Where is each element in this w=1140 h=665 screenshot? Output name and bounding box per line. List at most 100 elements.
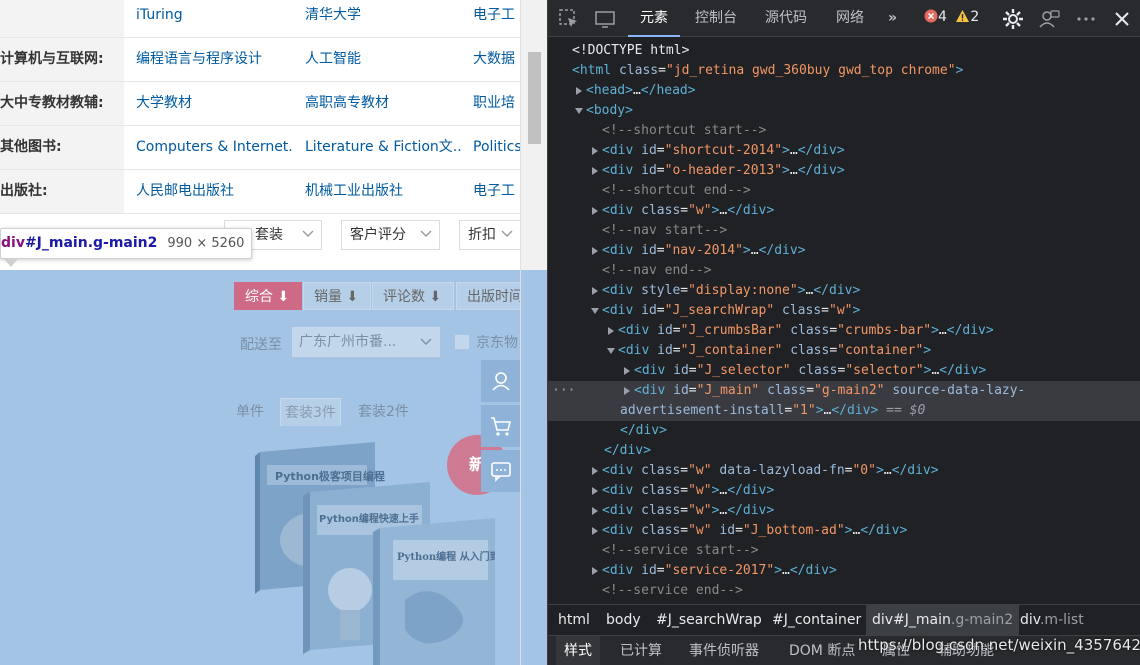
- breadcrumb-item[interactable]: html: [558, 605, 590, 635]
- variant-tab-set3[interactable]: 套装3件: [280, 398, 341, 426]
- triangle-right-icon[interactable]: [590, 526, 600, 536]
- delivery-location-select[interactable]: 广东广州市番...: [292, 327, 440, 357]
- chevron-down-icon: [501, 230, 513, 237]
- dom-node-line[interactable]: <!--service start-->: [548, 541, 1140, 561]
- variant-tab-set2[interactable]: 套装2件: [358, 398, 409, 426]
- dom-node-line[interactable]: </div>: [548, 441, 1140, 461]
- more-tabs-button[interactable]: »: [888, 0, 897, 37]
- dom-node-line[interactable]: <!--nav start-->: [548, 221, 1140, 241]
- category-link[interactable]: 人民邮电出版社: [136, 170, 294, 213]
- category-link[interactable]: Literature & Fiction文...: [305, 126, 463, 169]
- tab-sources[interactable]: 源代码: [765, 0, 807, 37]
- dom-node-line[interactable]: <!DOCTYPE html>: [548, 41, 1140, 61]
- category-link[interactable]: 职业培: [473, 82, 520, 125]
- sort-tab-reviews[interactable]: 评论数 ⬇: [372, 282, 454, 310]
- breadcrumb-item[interactable]: div.m-list: [1020, 605, 1084, 635]
- dom-node-line[interactable]: <!--nav end-->: [548, 261, 1140, 281]
- category-link[interactable]: 人工智能: [305, 38, 463, 81]
- dom-node-line[interactable]: <div class="w" id="J_bottom-ad">…</div>: [548, 521, 1140, 541]
- filter-discount-select[interactable]: 折扣: [459, 220, 520, 250]
- triangle-right-icon[interactable]: [590, 166, 600, 176]
- category-link[interactable]: iTuring: [136, 0, 294, 37]
- breadcrumb-item[interactable]: div#J_main.g-main2: [866, 605, 1020, 635]
- triangle-right-icon[interactable]: [590, 506, 600, 516]
- category-link[interactable]: 大学教材: [136, 82, 294, 125]
- triangle-right-icon[interactable]: [590, 246, 600, 256]
- breadcrumb-item[interactable]: body: [606, 605, 641, 635]
- triangle-right-icon[interactable]: [622, 386, 632, 396]
- category-link[interactable]: 大数据: [473, 38, 520, 81]
- gear-icon[interactable]: [1002, 8, 1024, 30]
- dom-node-line[interactable]: <html class="jd_retina gwd_360buy gwd_to…: [548, 61, 1140, 81]
- triangle-right-icon[interactable]: [622, 366, 632, 376]
- triangle-down-icon[interactable]: [590, 306, 600, 316]
- device-toolbar-icon[interactable]: [594, 8, 616, 30]
- sort-tab-sales[interactable]: 销量 ⬇: [303, 282, 371, 310]
- triangle-down-icon[interactable]: [574, 106, 584, 116]
- category-link[interactable]: 编程语言与程序设计: [136, 38, 294, 81]
- inspect-element-icon[interactable]: [558, 8, 580, 30]
- tab-console[interactable]: 控制台: [695, 0, 737, 37]
- category-link[interactable]: 电子工: [473, 170, 520, 213]
- triangle-right-icon[interactable]: [590, 486, 600, 496]
- dom-node-line[interactable]: <div id="J_container" class="container">: [548, 341, 1140, 361]
- chat-button[interactable]: [481, 450, 520, 492]
- dom-node-line[interactable]: <div class="w">…</div>: [548, 201, 1140, 221]
- styles-pane-tab[interactable]: 事件侦听器: [689, 636, 759, 665]
- triangle-right-icon[interactable]: [590, 466, 600, 476]
- more-options-icon[interactable]: [1075, 8, 1097, 30]
- sort-tab-publish-date[interactable]: 出版时间: [456, 282, 520, 310]
- jd-logistics-checkbox[interactable]: [455, 335, 469, 349]
- dom-node-line[interactable]: <div id="service-2017">…</div>: [548, 561, 1140, 581]
- more-actions-icon[interactable]: ···: [552, 381, 575, 401]
- dom-node-line[interactable]: <!--service end-->: [548, 581, 1140, 601]
- breadcrumb-item[interactable]: #J_container: [772, 605, 861, 635]
- tab-elements[interactable]: 元素: [628, 0, 680, 37]
- styles-pane-tab[interactable]: DOM 断点: [789, 636, 855, 665]
- triangle-right-icon[interactable]: [590, 206, 600, 216]
- dom-node-line[interactable]: <head>…</head>: [548, 81, 1140, 101]
- category-link[interactable]: 高职高专教材: [305, 82, 463, 125]
- dom-node-line[interactable]: <div id="shortcut-2014">…</div>: [548, 141, 1140, 161]
- variant-tab-single[interactable]: 单件: [236, 398, 264, 426]
- dom-node-line[interactable]: <div id="nav-2014">…</div>: [548, 241, 1140, 261]
- issue-counters[interactable]: 4 2: [924, 9, 979, 25]
- dom-node-line[interactable]: <div id="o-header-2013">…</div>: [548, 161, 1140, 181]
- page-scrollbar[interactable]: [520, 0, 548, 665]
- styles-pane-tab[interactable]: 已计算: [620, 636, 662, 665]
- dom-node-line[interactable]: <div id="J_searchWrap" class="w">: [548, 301, 1140, 321]
- sort-tab-default[interactable]: 综合 ⬇: [234, 282, 302, 310]
- category-link[interactable]: Computers & Internet...: [136, 126, 294, 169]
- feedback-icon[interactable]: [1038, 8, 1060, 30]
- dom-node-line[interactable]: <div id="J_selector" class="selector">…<…: [548, 361, 1140, 381]
- dom-node-line[interactable]: </div>: [548, 421, 1140, 441]
- cart-button[interactable]: [481, 405, 520, 447]
- breadcrumb-item[interactable]: #J_searchWrap: [656, 605, 762, 635]
- user-service-button[interactable]: [481, 360, 520, 402]
- category-link[interactable]: Politics: [473, 126, 520, 169]
- triangle-right-icon[interactable]: [574, 86, 584, 96]
- dom-node-line[interactable]: advertisement-install="1">…</div> == $0: [548, 401, 1140, 421]
- triangle-right-icon[interactable]: [590, 146, 600, 156]
- dom-node-line[interactable]: <div id="J_main" class="g-main2" source-…: [548, 381, 1140, 401]
- category-link[interactable]: 电子工: [473, 0, 520, 37]
- triangle-right-icon[interactable]: [590, 286, 600, 296]
- filter-rating-select[interactable]: 客户评分: [341, 220, 440, 250]
- scrollbar-thumb[interactable]: [528, 52, 541, 144]
- triangle-right-icon[interactable]: [606, 326, 616, 336]
- dom-node-line[interactable]: <!--shortcut start-->: [548, 121, 1140, 141]
- triangle-down-icon[interactable]: [606, 346, 616, 356]
- dom-node-line[interactable]: <body>: [548, 101, 1140, 121]
- dom-node-line[interactable]: <!--shortcut end-->: [548, 181, 1140, 201]
- dom-node-line[interactable]: <div class="w" data-lazyload-fn="0">…</d…: [548, 461, 1140, 481]
- close-icon[interactable]: [1111, 8, 1133, 30]
- dom-node-line[interactable]: <div class="w">…</div>: [548, 501, 1140, 521]
- category-link[interactable]: 清华大学: [305, 0, 463, 37]
- tab-network[interactable]: 网络: [836, 0, 864, 37]
- dom-node-line[interactable]: <div class="w">…</div>: [548, 481, 1140, 501]
- dom-node-line[interactable]: <div style="display:none">…</div>: [548, 281, 1140, 301]
- dom-node-line[interactable]: <div id="J_crumbsBar" class="crumbs-bar"…: [548, 321, 1140, 341]
- category-link[interactable]: 机械工业出版社: [305, 170, 463, 213]
- styles-pane-tab[interactable]: 样式: [556, 636, 600, 665]
- triangle-right-icon[interactable]: [590, 566, 600, 576]
